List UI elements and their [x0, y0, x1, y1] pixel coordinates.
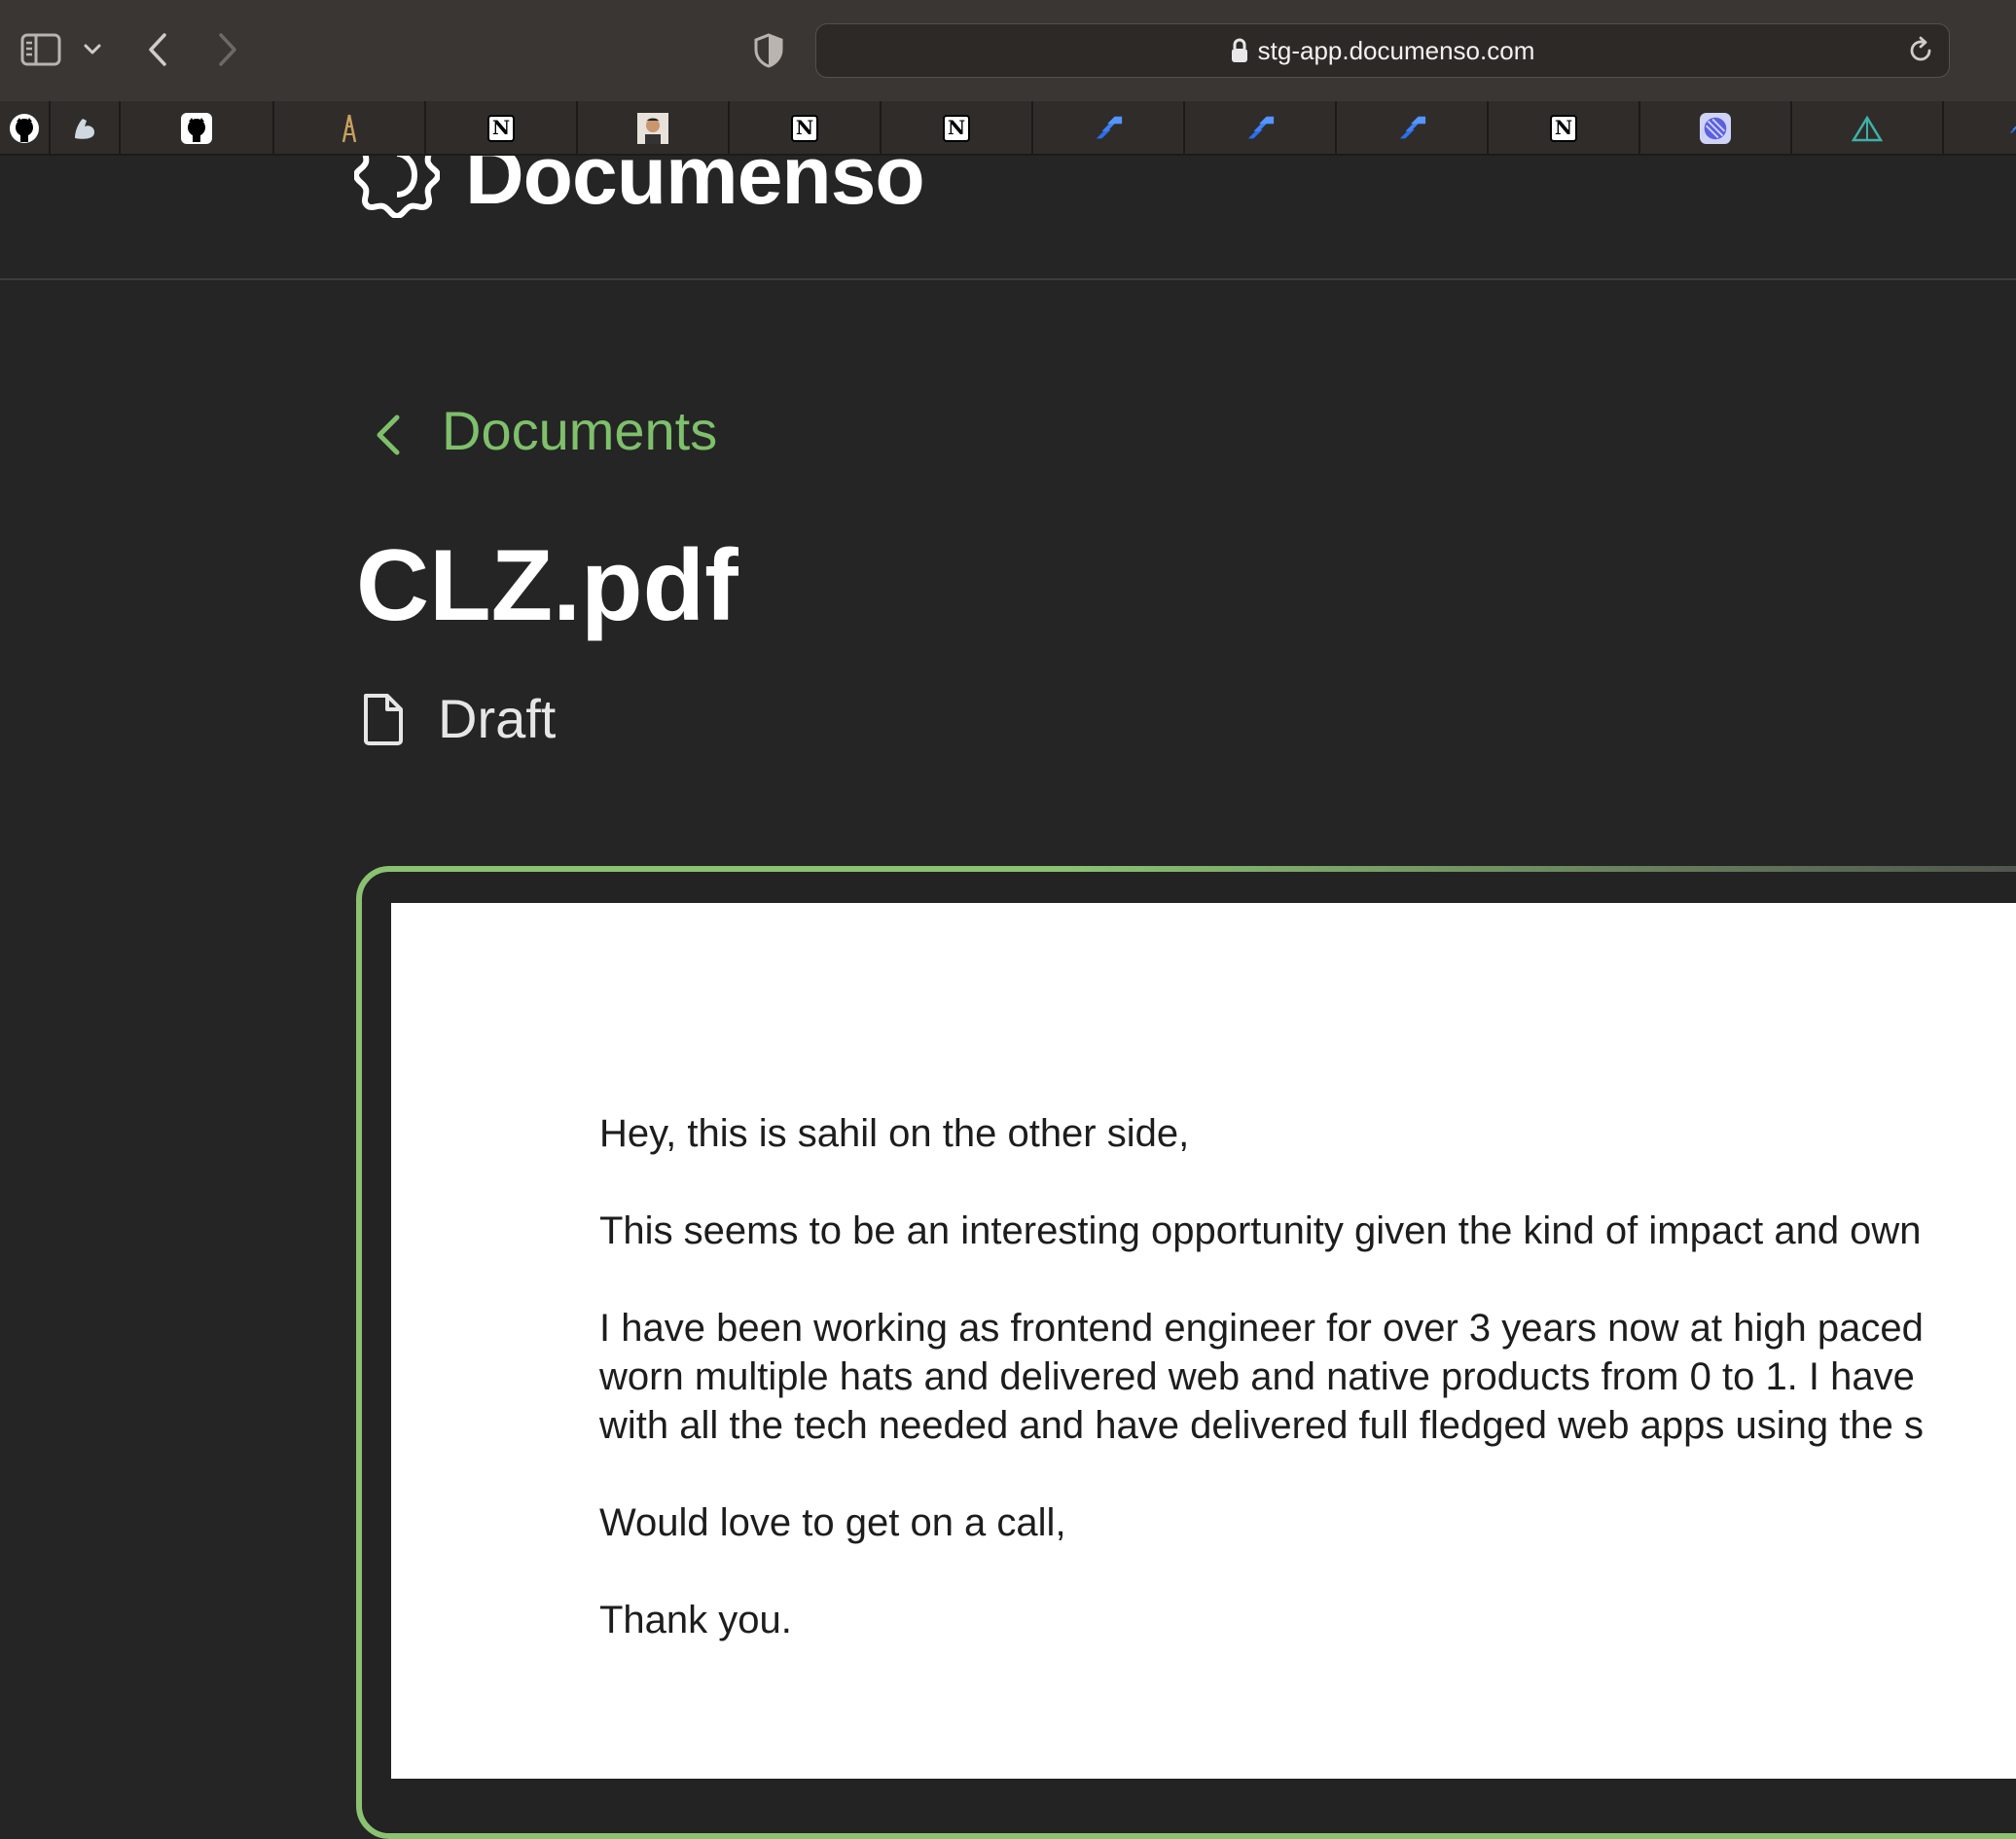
lock-icon — [1231, 38, 1248, 63]
back-to-documents-link[interactable]: Documents — [370, 399, 717, 462]
back-arrow-icon[interactable] — [138, 27, 177, 72]
browser-toolbar: stg-app.documenso.com — [0, 0, 2016, 101]
bookmark-item[interactable] — [1640, 101, 1792, 156]
bookmark-item[interactable] — [578, 101, 730, 156]
page-title: CLZ.pdf — [356, 529, 738, 642]
back-link-label: Documents — [442, 400, 718, 461]
notion-icon: N — [941, 113, 972, 144]
pdf-text-line: This seems to be an interesting opportun… — [599, 1209, 1922, 1252]
bookmark-item[interactable]: N — [426, 101, 578, 156]
bookmark-item[interactable] — [121, 101, 274, 156]
privacy-shield-icon[interactable] — [749, 29, 788, 72]
pdf-text-line: I have been working as frontend engineer… — [599, 1307, 1924, 1350]
jira-icon — [1244, 113, 1276, 144]
url-text: stg-app.documenso.com — [1257, 35, 1535, 65]
bookmark-item[interactable] — [51, 101, 121, 156]
chevron-left-icon — [370, 408, 409, 454]
bookmark-item[interactable]: N — [882, 101, 1033, 156]
github-icon — [9, 113, 40, 144]
notion-icon: N — [1548, 113, 1579, 144]
file-icon — [360, 692, 407, 746]
github-icon — [181, 113, 212, 144]
bookmark-item[interactable] — [1792, 101, 1944, 156]
bookmark-item[interactable] — [1337, 101, 1489, 156]
app-header: Documenso — [0, 156, 2016, 280]
notion-icon: N — [789, 113, 820, 144]
jira-icon — [1396, 113, 1427, 144]
reload-icon[interactable] — [1906, 36, 1935, 65]
pdf-text-line: Thank you. — [599, 1599, 792, 1641]
jira-icon — [1093, 113, 1124, 144]
chevron-down-icon[interactable] — [76, 33, 109, 66]
pdf-text-line: Hey, this is sahil on the other side, — [599, 1112, 1190, 1155]
bookmark-item[interactable] — [274, 101, 426, 156]
notion-icon: N — [486, 113, 517, 144]
brand-name: Documenso — [465, 156, 925, 221]
avatar-icon — [637, 113, 668, 144]
bookmark-item[interactable] — [1944, 101, 2016, 156]
bookmark-item[interactable] — [1185, 101, 1337, 156]
ladder-icon — [334, 113, 365, 144]
documenso-logo-icon — [352, 156, 442, 220]
triangle-icon — [1852, 113, 1883, 144]
pdf-text-line: worn multiple hats and delivered web and… — [599, 1355, 1915, 1398]
status-label: Draft — [438, 688, 557, 749]
bookmark-item[interactable] — [1033, 101, 1185, 156]
jira-icon — [2008, 113, 2016, 144]
arm-icon — [69, 113, 100, 144]
pdf-text-line: Would love to get on a call, — [599, 1501, 1066, 1544]
linear-icon — [1700, 113, 1731, 144]
bookmarks-bar: N N N N — [0, 101, 2016, 156]
sidebar-toggle-icon[interactable] — [14, 29, 68, 70]
pdf-text-line: with all the tech needed and have delive… — [599, 1404, 1924, 1447]
bookmark-item[interactable]: N — [1489, 101, 1640, 156]
bookmark-item[interactable] — [0, 101, 51, 156]
bookmark-item[interactable]: N — [730, 101, 882, 156]
brand-home-link[interactable]: Documenso — [352, 156, 925, 224]
pdf-page-text: Hey, this is sahil on the other side, Th… — [599, 1109, 2016, 1693]
forward-arrow-icon[interactable] — [208, 27, 247, 72]
status-badge: Draft — [360, 687, 556, 750]
address-bar[interactable]: stg-app.documenso.com — [815, 23, 1950, 78]
